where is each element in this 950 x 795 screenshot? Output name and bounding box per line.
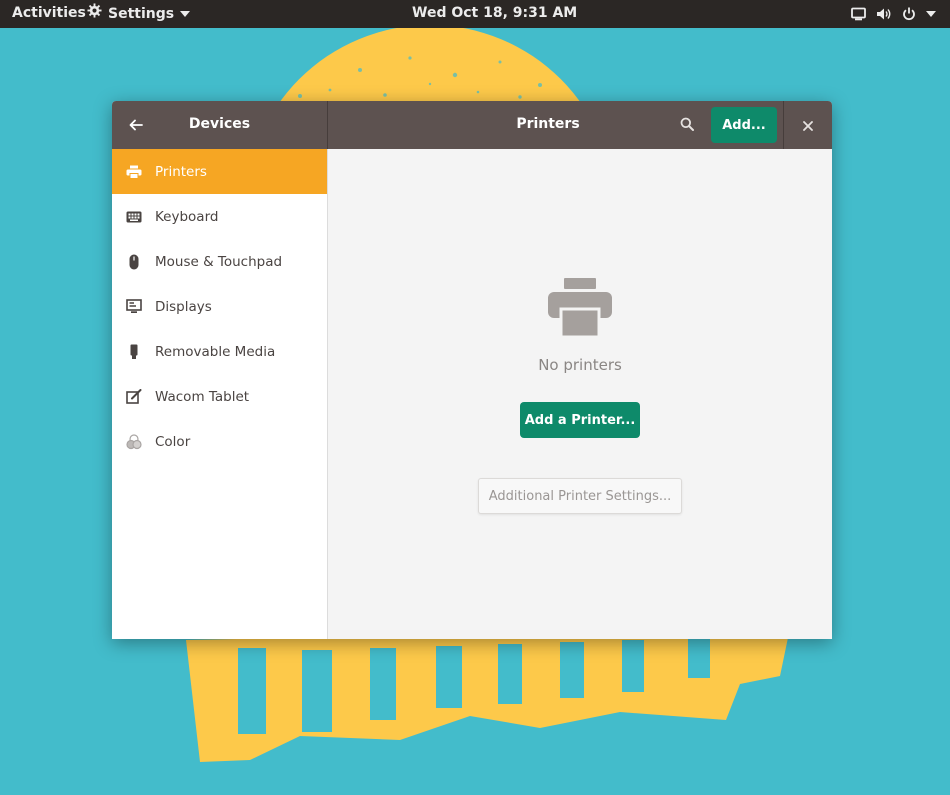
sidebar-item-keyboard[interactable]: Keyboard bbox=[112, 194, 327, 239]
empty-state-label: No printers bbox=[538, 356, 622, 374]
mouse-icon bbox=[126, 254, 142, 270]
app-menu-label: Settings bbox=[108, 6, 175, 22]
sidebar-item-label: Keyboard bbox=[155, 208, 219, 225]
printer-icon bbox=[126, 164, 142, 180]
sidebar-item-removable-media[interactable]: Removable Media bbox=[112, 329, 327, 374]
sidebar-item-label: Removable Media bbox=[155, 343, 276, 360]
header-separator bbox=[783, 101, 784, 149]
usb-drive-icon bbox=[126, 344, 142, 360]
sidebar-item-color[interactable]: Color bbox=[112, 419, 327, 464]
volume-icon bbox=[876, 7, 892, 21]
system-menu[interactable] bbox=[851, 0, 936, 28]
color-icon bbox=[126, 433, 142, 450]
clock[interactable]: Wed Oct 18, 9:31 AM bbox=[412, 0, 577, 28]
search-icon bbox=[680, 116, 694, 135]
sidebar-item-mouse-touchpad[interactable]: Mouse & Touchpad bbox=[112, 239, 327, 284]
chevron-down-icon bbox=[180, 1, 191, 27]
settings-window: Devices Printers Add... Printers Keyboar… bbox=[112, 101, 832, 639]
keyboard-icon bbox=[126, 209, 142, 225]
add-button[interactable]: Add... bbox=[711, 107, 777, 143]
sidebar-item-displays[interactable]: Displays bbox=[112, 284, 327, 329]
sidebar-item-label: Printers bbox=[155, 163, 207, 180]
add-printer-button[interactable]: Add a Printer... bbox=[520, 402, 640, 438]
screen-icon bbox=[851, 7, 866, 21]
close-icon bbox=[803, 116, 813, 135]
power-icon bbox=[902, 7, 916, 21]
back-button[interactable] bbox=[120, 110, 152, 140]
page-title: Printers bbox=[516, 116, 580, 132]
sidebar-item-label: Wacom Tablet bbox=[155, 388, 250, 405]
app-menu[interactable]: Settings bbox=[87, 0, 191, 28]
sidebar-header: Devices bbox=[112, 101, 328, 149]
close-button[interactable] bbox=[793, 110, 823, 140]
chevron-down-icon bbox=[926, 10, 936, 18]
sidebar-item-label: Color bbox=[155, 433, 191, 450]
sidebar-item-label: Mouse & Touchpad bbox=[155, 253, 283, 270]
header-bar: Devices Printers Add... bbox=[112, 101, 832, 149]
sidebar-title: Devices bbox=[188, 116, 251, 132]
display-icon bbox=[126, 299, 142, 315]
top-bar: Activities Settings Wed Oct 18, 9:31 AM bbox=[0, 0, 950, 28]
activities-button[interactable]: Activities bbox=[12, 0, 86, 28]
printers-panel: No printers Add a Printer... Additional … bbox=[328, 149, 832, 639]
additional-printer-settings-button[interactable]: Additional Printer Settings... bbox=[478, 478, 682, 514]
settings-gear-icon bbox=[87, 1, 102, 27]
sidebar-item-label: Displays bbox=[155, 298, 212, 315]
sidebar: Printers Keyboard Mouse & Touchpad Displ… bbox=[112, 149, 328, 639]
sidebar-item-printers[interactable]: Printers bbox=[112, 149, 327, 194]
search-button[interactable] bbox=[672, 110, 702, 140]
sidebar-item-wacom-tablet[interactable]: Wacom Tablet bbox=[112, 374, 327, 419]
tablet-icon bbox=[126, 389, 142, 405]
back-arrow-icon bbox=[129, 116, 143, 135]
printer-icon bbox=[548, 278, 612, 342]
